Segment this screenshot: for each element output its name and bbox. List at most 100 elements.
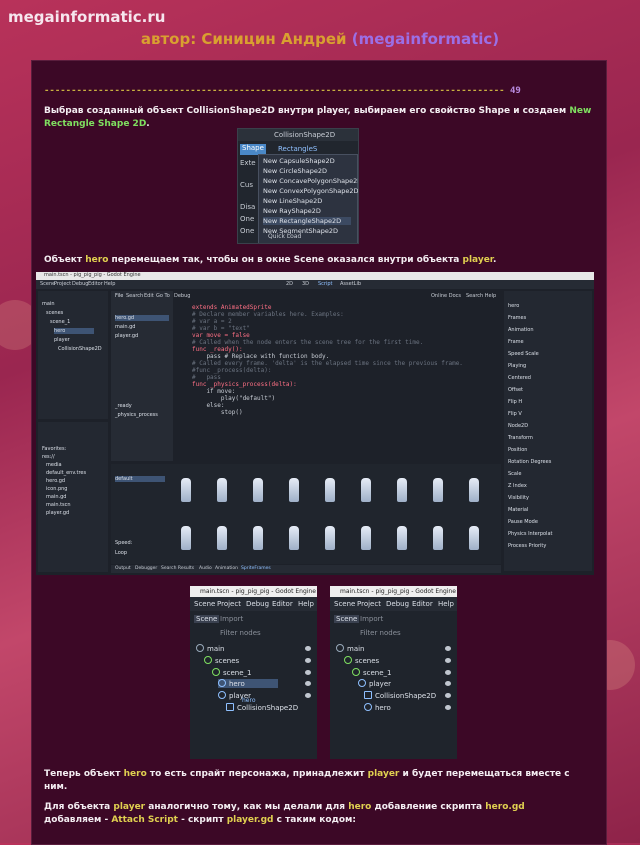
sprite-frame[interactable]: [289, 478, 299, 502]
menu-editor[interactable]: Editor: [88, 281, 103, 287]
menu-project[interactable]: Project: [357, 600, 381, 608]
mode-assetlib[interactable]: AssetLib: [340, 281, 361, 287]
script-menu-debug[interactable]: Debug: [174, 293, 190, 299]
fs-item[interactable]: media: [46, 462, 62, 468]
tab-spriteframes[interactable]: SpriteFrames: [241, 566, 271, 571]
tree-node[interactable]: scenes: [46, 310, 63, 316]
tree-node[interactable]: scenes: [355, 657, 379, 665]
tab-output[interactable]: Output: [115, 566, 131, 571]
sprite-frame[interactable]: [181, 526, 191, 550]
script-item[interactable]: player.gd: [115, 333, 138, 339]
inspector-property[interactable]: Transform: [508, 435, 533, 441]
tree-node-selected[interactable]: hero: [54, 328, 94, 334]
tree-node[interactable]: CollisionShape2D: [237, 704, 298, 712]
inspector-property[interactable]: Position: [508, 447, 527, 453]
eye-icon[interactable]: [445, 646, 451, 651]
loop-toggle[interactable]: Loop: [115, 550, 127, 556]
eye-icon[interactable]: [445, 693, 451, 698]
inspector-property[interactable]: Speed Scale: [508, 351, 539, 357]
quick-load[interactable]: Quick Load: [268, 233, 301, 240]
tab-scene[interactable]: Scene: [334, 615, 360, 623]
inspector-property[interactable]: Flip H: [508, 399, 522, 405]
sprite-frame[interactable]: [469, 478, 479, 502]
tab-scene[interactable]: Scene: [194, 615, 220, 623]
inspector-property[interactable]: Rotation Degrees: [508, 459, 551, 465]
eye-icon[interactable]: [305, 646, 311, 651]
tab-audio[interactable]: Audio: [199, 566, 212, 571]
tab-debugger[interactable]: Debugger: [135, 566, 157, 571]
inspector-property[interactable]: Centered: [508, 375, 531, 381]
sprite-frame[interactable]: [253, 478, 263, 502]
tab-search-results[interactable]: Search Results: [161, 566, 194, 571]
tab-animation[interactable]: Animation: [215, 566, 238, 571]
menu-project[interactable]: Project: [217, 600, 241, 608]
script-menu-goto[interactable]: Go To: [156, 293, 170, 299]
sprite-frame[interactable]: [181, 478, 191, 502]
menu-help[interactable]: Help: [298, 600, 314, 608]
sprite-frame[interactable]: [469, 526, 479, 550]
menu-item[interactable]: New CircleShape2D: [263, 167, 327, 175]
menu-help[interactable]: Help: [104, 281, 115, 287]
sprite-frame[interactable]: [325, 526, 335, 550]
fs-item[interactable]: icon.png: [46, 486, 67, 492]
animation-item[interactable]: default: [115, 476, 165, 482]
fs-item[interactable]: player.gd: [46, 510, 69, 516]
filter-nodes-input[interactable]: Filter nodes: [220, 629, 261, 637]
menu-item[interactable]: New ConcavePolygonShape2D: [263, 177, 358, 185]
fs-item[interactable]: default_env.tres: [46, 470, 86, 476]
fs-item[interactable]: hero.gd: [46, 478, 65, 484]
menu-editor[interactable]: Editor: [412, 600, 433, 608]
mode-script[interactable]: Script: [318, 281, 333, 287]
fs-item[interactable]: Favorites:: [42, 446, 66, 452]
filter-nodes-input[interactable]: Filter nodes: [360, 629, 401, 637]
sprite-frame[interactable]: [397, 526, 407, 550]
tree-node[interactable]: player: [54, 337, 70, 343]
inspector-property[interactable]: Playing: [508, 363, 526, 369]
inspector-property[interactable]: Process Priority: [508, 543, 546, 549]
inspector-property[interactable]: Animation: [508, 327, 534, 333]
tree-node[interactable]: scene_1: [223, 669, 252, 677]
eye-icon[interactable]: [305, 670, 311, 675]
script-item[interactable]: hero.gd: [115, 315, 169, 321]
menu-editor[interactable]: Editor: [272, 600, 293, 608]
menu-item[interactable]: New LineShape2D: [263, 197, 322, 205]
menu-debug[interactable]: Debug: [72, 281, 88, 287]
eye-icon[interactable]: [305, 681, 311, 686]
mode-3d[interactable]: 3D: [302, 281, 309, 287]
inspector-property[interactable]: Offset: [508, 387, 523, 393]
eye-icon[interactable]: [445, 670, 451, 675]
menu-item-selected[interactable]: New RectangleShape2D: [263, 217, 351, 225]
tree-node[interactable]: CollisionShape2D: [375, 692, 436, 700]
script-menu-edit[interactable]: Edit: [144, 293, 154, 299]
menu-scene[interactable]: Scene: [334, 600, 355, 608]
sprite-frame[interactable]: [433, 478, 443, 502]
inspector-property[interactable]: Z Index: [508, 483, 527, 489]
tree-node[interactable]: scene_1: [50, 319, 70, 325]
menu-debug[interactable]: Debug: [246, 600, 269, 608]
menu-item[interactable]: New RayShape2D: [263, 207, 321, 215]
sprite-frame[interactable]: [361, 526, 371, 550]
tree-node[interactable]: main: [42, 301, 55, 307]
sprite-frame[interactable]: [289, 526, 299, 550]
mode-2d[interactable]: 2D: [286, 281, 293, 287]
eye-icon[interactable]: [445, 658, 451, 663]
eye-icon[interactable]: [305, 693, 311, 698]
tree-node[interactable]: player: [369, 680, 391, 688]
method-item[interactable]: _physics_process: [115, 412, 158, 418]
menu-help[interactable]: Help: [438, 600, 454, 608]
tree-node[interactable]: hero: [375, 704, 391, 712]
tab-import[interactable]: Import: [360, 615, 383, 623]
method-item[interactable]: _ready: [115, 403, 132, 409]
tab-import[interactable]: Import: [220, 615, 243, 623]
eye-icon[interactable]: [305, 658, 311, 663]
fs-item[interactable]: main.gd: [46, 494, 66, 500]
menu-scene[interactable]: Scene: [194, 600, 215, 608]
inspector-property[interactable]: Flip V: [508, 411, 522, 417]
fs-item[interactable]: res://: [42, 454, 55, 460]
code-editor[interactable]: extends AnimatedSprite # Declare member v…: [176, 302, 501, 462]
inspector-property[interactable]: Frame: [508, 339, 524, 345]
inspector-property[interactable]: Node2D: [508, 423, 528, 429]
inspector-property[interactable]: Material: [508, 507, 528, 513]
script-menu-search[interactable]: Search: [126, 293, 143, 299]
eye-icon[interactable]: [445, 681, 451, 686]
